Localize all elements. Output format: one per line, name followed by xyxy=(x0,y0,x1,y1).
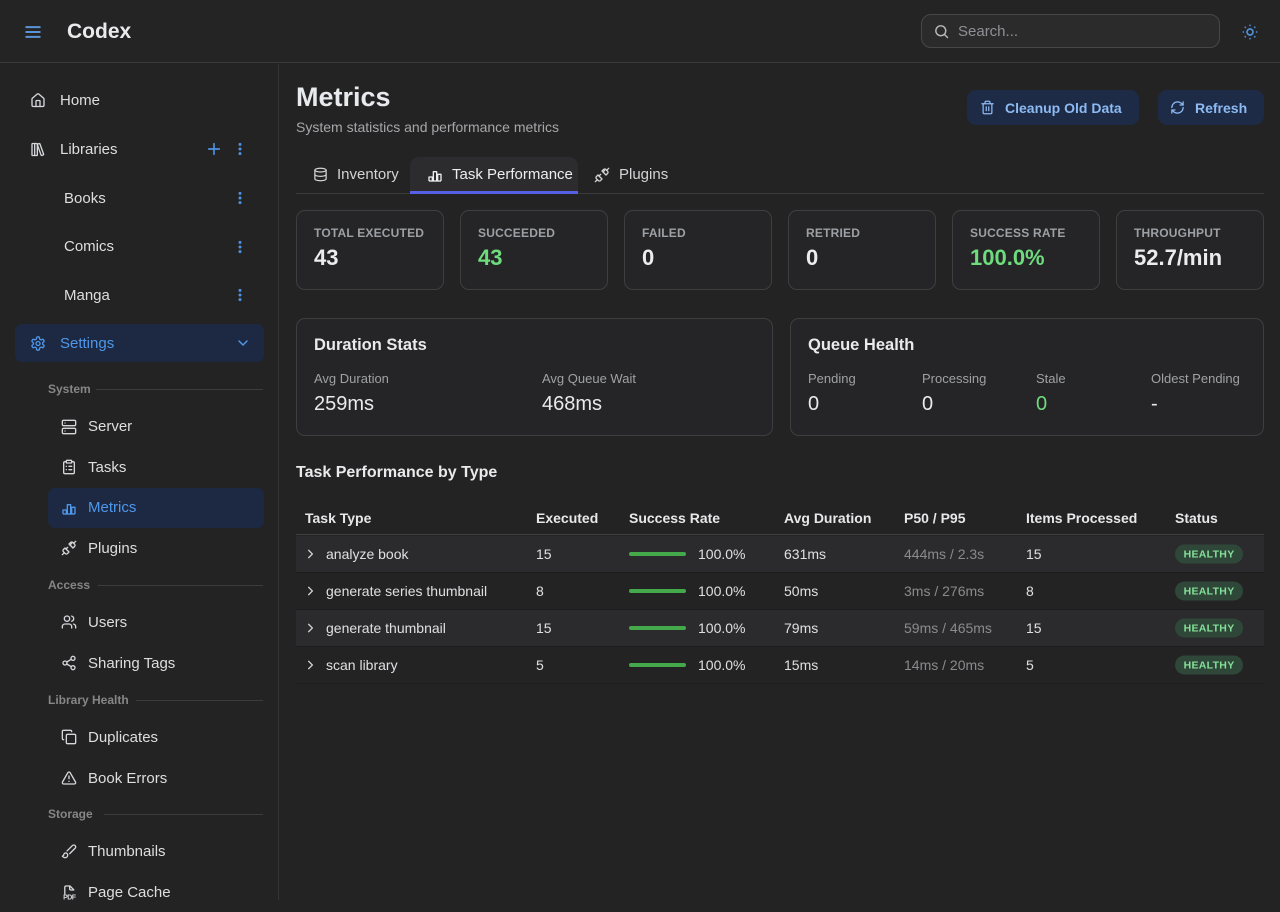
svg-text:PDF: PDF xyxy=(63,895,77,900)
